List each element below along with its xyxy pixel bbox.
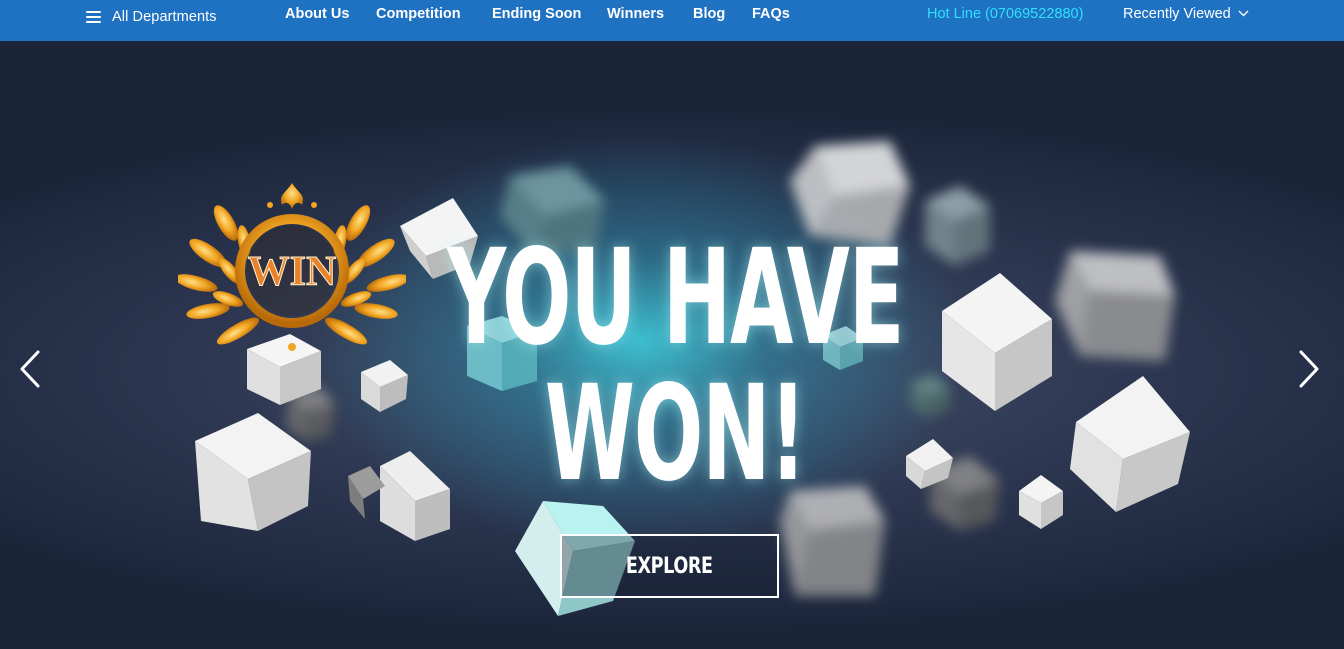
nav-faqs[interactable]: FAQs (752, 6, 790, 24)
top-navigation-bar: All Departments About Us Competition End… (0, 0, 1344, 41)
hotline-text[interactable]: Hot Line (07069522880) (927, 6, 1083, 22)
nav-blog[interactable]: Blog (693, 6, 725, 24)
hamburger-menu-icon (86, 11, 101, 23)
hero-headline-line2: WON! (544, 357, 807, 511)
explore-button[interactable]: EXPLORE (560, 534, 779, 598)
explore-button-label: EXPLORE (626, 553, 713, 579)
hero-headline-line1: YOU HAVE (446, 221, 905, 375)
chevron-left-icon[interactable] (18, 349, 42, 389)
all-departments-button[interactable]: All Departments (86, 8, 217, 26)
hero-slider: WIN YOU HAVE WON! EXPLORE (0, 41, 1344, 649)
recently-viewed-dropdown[interactable]: Recently Viewed (1123, 6, 1249, 22)
chevron-down-icon (1238, 10, 1249, 16)
recently-viewed-label: Recently Viewed (1123, 6, 1231, 22)
all-departments-label: All Departments (112, 9, 217, 25)
chevron-right-icon[interactable] (1297, 349, 1321, 389)
nav-ending-soon[interactable]: Ending Soon (492, 6, 581, 24)
nav-competition[interactable]: Competition (376, 6, 461, 24)
nav-about-us[interactable]: About Us (285, 6, 349, 24)
nav-winners[interactable]: Winners (607, 6, 664, 24)
